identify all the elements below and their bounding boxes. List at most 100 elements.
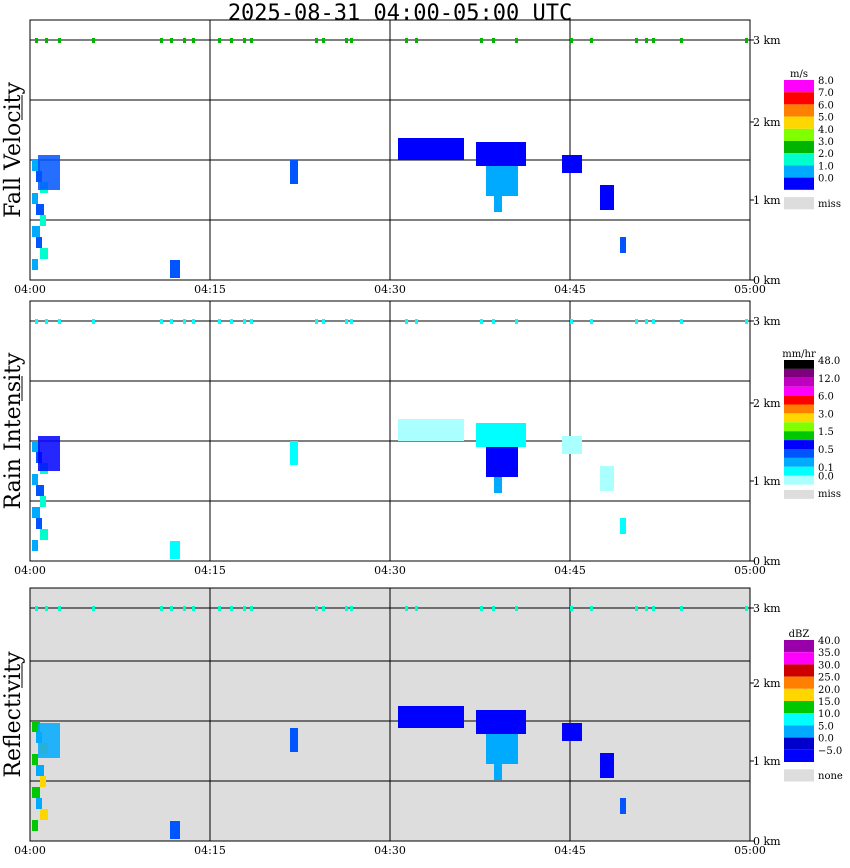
echo-cell bbox=[494, 477, 502, 493]
echo-cell bbox=[562, 436, 582, 454]
y-tick-label: 0 km bbox=[753, 555, 781, 568]
echo-speckle bbox=[183, 38, 186, 43]
y-tick-label: 2 km bbox=[753, 397, 781, 410]
echo-speckle bbox=[590, 606, 593, 611]
echo-speckle bbox=[590, 319, 593, 324]
echo-cell bbox=[40, 776, 46, 787]
y-tick-label: 0 km bbox=[753, 835, 781, 848]
colorbar-label: 6.0 bbox=[818, 100, 834, 111]
x-tick-label: 04:30 bbox=[374, 844, 406, 857]
echo-speckle bbox=[492, 606, 495, 611]
echo-speckle bbox=[322, 319, 325, 324]
echo-speckle bbox=[745, 319, 748, 324]
x-tick-label: 04:30 bbox=[374, 283, 406, 296]
echo-speckle bbox=[680, 606, 683, 611]
x-tick-label: 04:15 bbox=[194, 844, 226, 857]
echo-speckle bbox=[230, 38, 233, 43]
chart-canvas: 04:00 04:15 04:30 04:45 05:000 km1 km2 km3 k… bbox=[1, 19, 843, 857]
colorbar-swatch bbox=[784, 422, 814, 432]
echo-cell bbox=[40, 215, 46, 226]
y-tick-label: 1 km bbox=[753, 194, 781, 207]
echo-cell bbox=[170, 260, 180, 278]
echo-speckle bbox=[680, 38, 683, 43]
echo-speckle bbox=[315, 319, 318, 324]
echo-speckle bbox=[350, 319, 353, 324]
echo-cell bbox=[32, 226, 40, 237]
echo-speckle bbox=[492, 38, 495, 43]
echo-cell bbox=[486, 166, 518, 196]
colorbar-label: 0.0 bbox=[818, 734, 834, 745]
echo-cell bbox=[36, 237, 42, 248]
colorbar-swatch bbox=[784, 676, 814, 689]
echo-speckle bbox=[515, 38, 518, 43]
echo-cell bbox=[620, 518, 626, 534]
echo-cell bbox=[494, 764, 502, 780]
colorbar-label: miss bbox=[818, 199, 841, 210]
colorbar-swatch bbox=[784, 664, 814, 677]
echo-speckle bbox=[405, 606, 408, 611]
echo-cell bbox=[494, 196, 502, 212]
echo-speckle bbox=[680, 319, 683, 324]
echo-cell bbox=[170, 821, 180, 839]
colorbar-label: 1.5 bbox=[818, 427, 834, 438]
y-tick-label: 3 km bbox=[753, 34, 781, 47]
echo-speckle bbox=[243, 38, 246, 43]
colorbar-label: 3.0 bbox=[818, 409, 834, 420]
colorbar-swatch bbox=[784, 489, 814, 499]
echo-speckle bbox=[45, 606, 48, 611]
echo-cell bbox=[38, 155, 60, 190]
colorbar-swatch bbox=[784, 769, 814, 782]
colorbar-swatch bbox=[784, 386, 814, 396]
echo-speckle bbox=[570, 606, 573, 611]
colorbar-swatch bbox=[784, 104, 814, 117]
echo-speckle bbox=[45, 319, 48, 324]
colorbar-swatch bbox=[784, 440, 814, 449]
echo-speckle bbox=[635, 38, 638, 43]
x-tick-label: 04:00 bbox=[14, 844, 46, 857]
echo-cell bbox=[32, 193, 38, 204]
echo-speckle bbox=[645, 606, 648, 611]
echo-speckle bbox=[652, 606, 655, 611]
echo-speckle bbox=[315, 38, 318, 43]
colorbar-label: 15.0 bbox=[818, 697, 840, 708]
colorbar-label: 40.0 bbox=[818, 636, 840, 647]
colorbar-label: 5.0 bbox=[818, 113, 834, 124]
echo-cell bbox=[40, 529, 48, 540]
echo-speckle bbox=[345, 38, 348, 43]
echo-speckle bbox=[350, 606, 353, 611]
echo-speckle bbox=[570, 38, 573, 43]
echo-speckle bbox=[250, 319, 253, 324]
panel-label: Rain Intensity bbox=[1, 352, 26, 509]
echo-cell bbox=[32, 754, 38, 765]
echo-speckle bbox=[590, 38, 593, 43]
echo-speckle bbox=[570, 319, 573, 324]
echo-speckle bbox=[635, 319, 638, 324]
echo-cell bbox=[40, 809, 48, 820]
echo-speckle bbox=[230, 606, 233, 611]
colorbar-label: 48.0 bbox=[818, 356, 840, 367]
colorbar-swatch bbox=[784, 713, 814, 726]
echo-speckle bbox=[480, 606, 483, 611]
echo-speckle bbox=[645, 38, 648, 43]
echo-speckle bbox=[192, 606, 195, 611]
y-tick-label: 0 km bbox=[753, 274, 781, 287]
colorbar-label: 30.0 bbox=[818, 660, 840, 671]
colorbar-swatch bbox=[784, 466, 814, 476]
colorbar-label: 4.0 bbox=[818, 125, 834, 136]
echo-speckle bbox=[45, 38, 48, 43]
echo-cell bbox=[476, 142, 526, 166]
colorbar-swatch bbox=[784, 153, 814, 166]
echo-speckle bbox=[183, 319, 186, 324]
echo-speckle bbox=[35, 606, 38, 611]
echo-speckle bbox=[230, 319, 233, 324]
x-tick-label: 04:15 bbox=[194, 283, 226, 296]
colorbar-swatch bbox=[784, 404, 814, 414]
colorbar-label: 0.0 bbox=[818, 472, 834, 483]
echo-cell bbox=[32, 820, 38, 831]
echo-speckle bbox=[322, 38, 325, 43]
echo-cell bbox=[36, 518, 42, 529]
x-tick-label: 04:00 bbox=[14, 564, 46, 577]
colorbar-label: 25.0 bbox=[818, 673, 840, 684]
colorbar-swatch bbox=[784, 141, 814, 154]
colorbar-swatch bbox=[784, 395, 814, 405]
